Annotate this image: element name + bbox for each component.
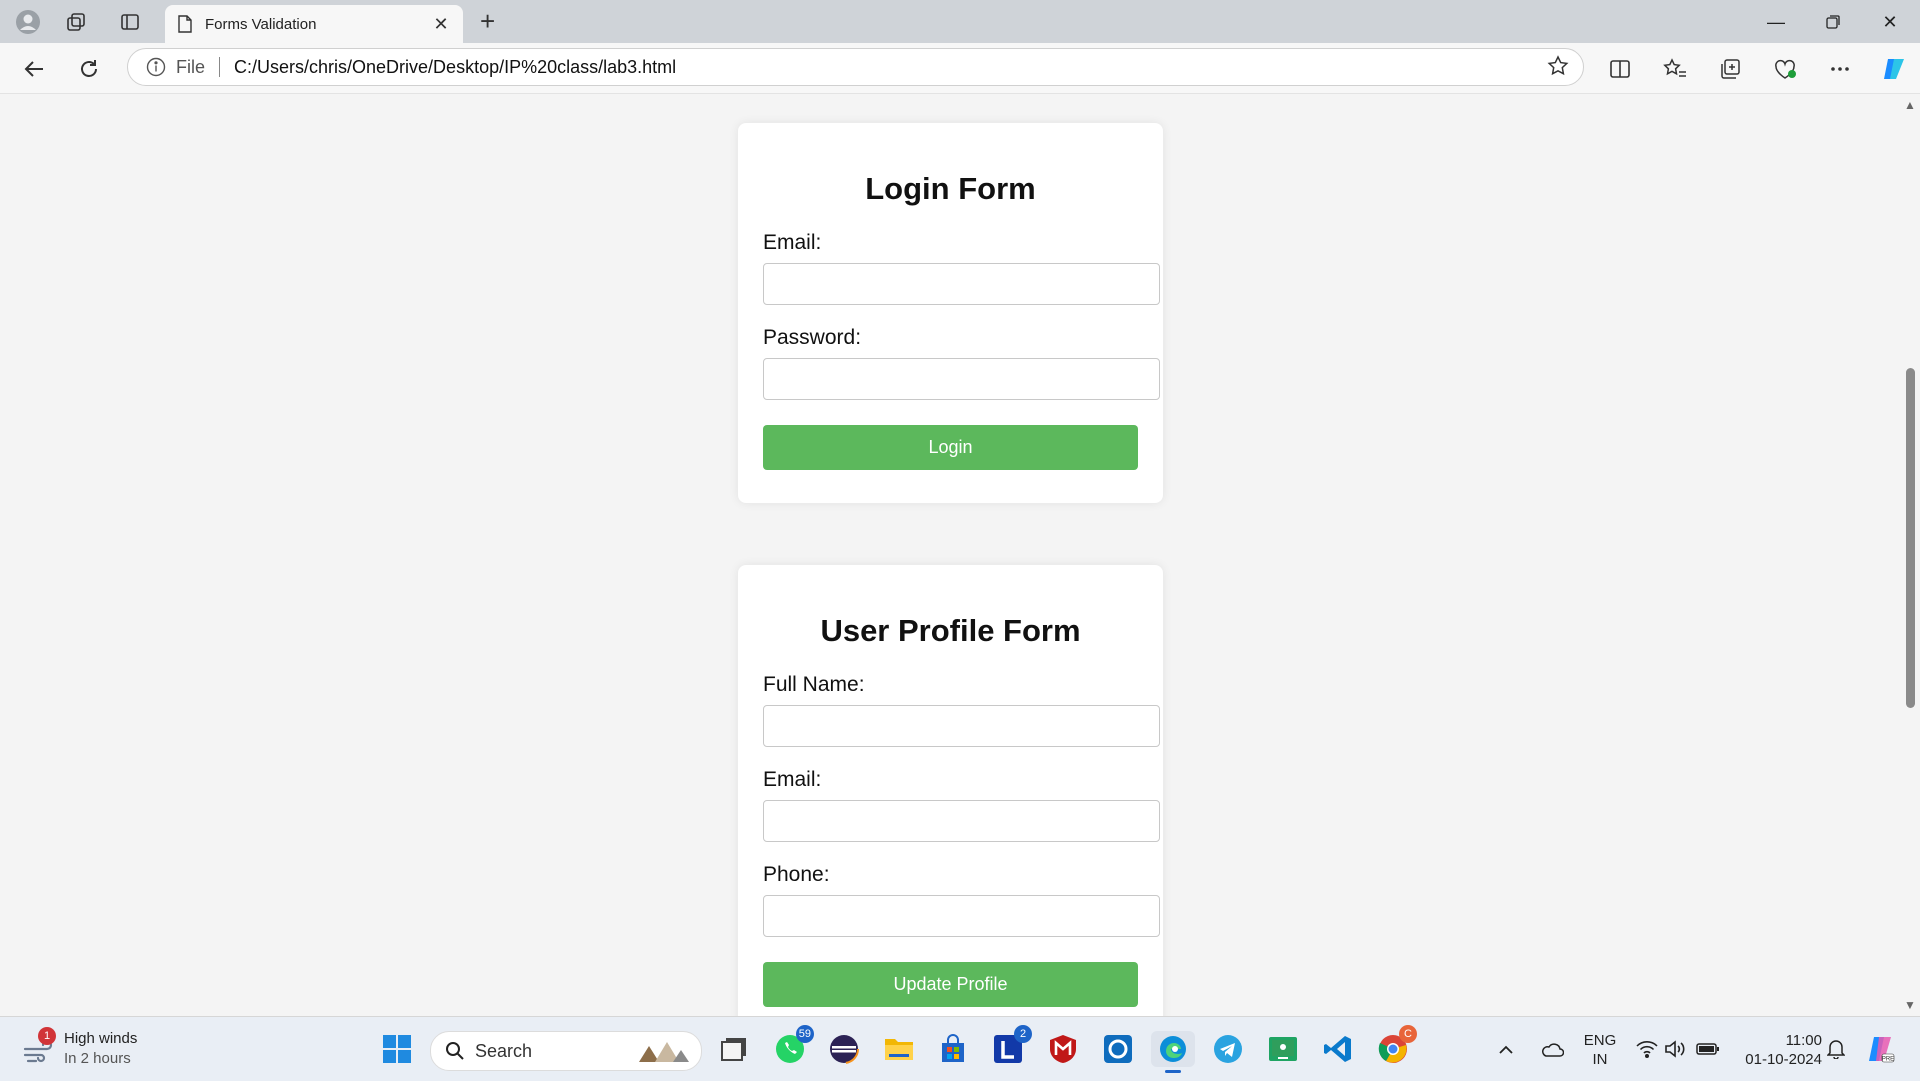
more-options-icon[interactable]	[1824, 53, 1856, 85]
chrome-icon[interactable]: C	[1375, 1025, 1417, 1067]
refresh-icon[interactable]	[73, 53, 105, 85]
scroll-thumb[interactable]	[1906, 368, 1915, 708]
scroll-up-icon[interactable]: ▲	[1904, 98, 1916, 112]
battery-icon[interactable]	[1693, 1031, 1723, 1067]
language-bottom: IN	[1592, 1051, 1608, 1068]
edge-icon[interactable]	[1151, 1031, 1195, 1073]
close-tab-icon[interactable]: ✕	[429, 14, 453, 35]
profile-icon[interactable]	[14, 8, 42, 36]
login-email-input[interactable]	[763, 263, 1160, 305]
l-app-badge: 2	[1014, 1025, 1032, 1043]
tab-strip: Forms Validation ✕ + — ✕	[0, 0, 1920, 43]
taskbar-search[interactable]: Search	[430, 1031, 702, 1071]
search-icon	[445, 1041, 465, 1061]
language-indicator[interactable]: ENG IN	[1582, 1031, 1618, 1069]
new-tab-icon[interactable]: +	[480, 8, 495, 34]
search-label: Search	[475, 1040, 533, 1061]
weather-title[interactable]: High winds	[64, 1030, 137, 1047]
info-icon[interactable]	[146, 57, 166, 77]
search-highlight-icon	[637, 1038, 691, 1069]
login-password-label: Password:	[763, 326, 862, 349]
clock-date: 01-10-2024	[1745, 1051, 1822, 1068]
active-tab[interactable]: Forms Validation ✕	[165, 5, 463, 43]
notifications-icon[interactable]	[1823, 1031, 1849, 1067]
weather-widget-icon[interactable]: 1	[22, 1027, 58, 1067]
whatsapp-badge: 59	[795, 1025, 814, 1043]
edge-active-indicator	[1165, 1070, 1181, 1073]
vertical-scrollbar[interactable]: ▲ ▼	[1900, 94, 1920, 1016]
workspaces-icon[interactable]	[62, 8, 90, 36]
mcafee-icon[interactable]	[1045, 1031, 1081, 1067]
vscode-icon[interactable]	[1320, 1031, 1356, 1067]
language-top: ENG	[1583, 1032, 1617, 1049]
copilot-icon[interactable]	[1878, 53, 1910, 85]
login-form-title: Login Form	[865, 171, 1036, 206]
profile-fullname-label: Full Name:	[763, 673, 865, 696]
svg-text:PRE: PRE	[1882, 1057, 1894, 1063]
cortana-app-icon[interactable]	[1100, 1031, 1136, 1067]
tab-title: Forms Validation	[205, 15, 317, 33]
profile-email-label: Email:	[763, 768, 822, 791]
google-classroom-icon[interactable]	[1265, 1031, 1301, 1067]
split-screen-icon[interactable]	[1604, 53, 1636, 85]
login-password-input[interactable]	[763, 358, 1160, 400]
chrome-profile-badge: C	[1399, 1025, 1417, 1043]
browser-toolbar: File C:/Users/chris/OneDrive/Desktop/IP%…	[0, 43, 1920, 94]
url-text[interactable]: C:/Users/chris/OneDrive/Desktop/IP%20cla…	[234, 57, 676, 78]
login-button[interactable]: Login	[763, 425, 1138, 470]
task-view-icon[interactable]	[716, 1031, 752, 1067]
scroll-down-icon[interactable]: ▼	[1904, 998, 1916, 1012]
collections-icon[interactable]	[1714, 53, 1746, 85]
login-email-label: Email:	[763, 231, 822, 254]
file-label: File	[176, 56, 206, 77]
copilot-taskbar-icon[interactable]: PRE	[1862, 1031, 1898, 1067]
profile-fullname-input[interactable]	[763, 705, 1160, 747]
profile-phone-input[interactable]	[763, 895, 1160, 937]
login-form-card: Login Form Email: Password: Login	[738, 123, 1163, 503]
telegram-icon[interactable]	[1210, 1031, 1246, 1067]
address-bar[interactable]: File C:/Users/chris/OneDrive/Desktop/IP%…	[127, 48, 1584, 86]
close-window-icon[interactable]: ✕	[1870, 8, 1910, 36]
weather-subtitle: In 2 hours	[64, 1050, 131, 1067]
file-explorer-icon[interactable]	[881, 1031, 917, 1067]
wifi-icon[interactable]	[1634, 1031, 1660, 1067]
minimize-icon[interactable]: —	[1756, 8, 1796, 36]
clock-time: 11:00	[1785, 1032, 1822, 1049]
microsoft-store-icon[interactable]	[935, 1031, 971, 1067]
tab-actions-icon[interactable]	[116, 8, 144, 36]
profile-form-title: User Profile Form	[820, 613, 1081, 648]
page-icon	[177, 15, 193, 33]
eclipse-icon[interactable]	[826, 1031, 862, 1067]
profile-email-input[interactable]	[763, 800, 1160, 842]
volume-icon[interactable]	[1662, 1031, 1688, 1067]
onedrive-icon[interactable]	[1537, 1031, 1567, 1067]
profile-form-card: User Profile Form Full Name: Email: Phon…	[738, 565, 1163, 1016]
address-separator	[219, 57, 221, 77]
update-profile-button[interactable]: Update Profile	[763, 962, 1138, 1007]
whatsapp-icon[interactable]: 59	[772, 1025, 814, 1067]
favorite-star-icon[interactable]	[1547, 55, 1569, 82]
restore-icon[interactable]	[1813, 8, 1853, 36]
windows-start-icon[interactable]	[379, 1031, 415, 1067]
browser-essentials-icon[interactable]	[1769, 53, 1801, 85]
clock[interactable]: 11:00 01-10-2024	[1730, 1031, 1830, 1069]
show-hidden-icons-icon[interactable]	[1494, 1031, 1518, 1067]
l-app-icon[interactable]: 2	[990, 1025, 1032, 1067]
weather-badge: 1	[38, 1027, 56, 1045]
favorites-icon[interactable]	[1659, 53, 1691, 85]
back-icon[interactable]	[18, 53, 50, 85]
profile-phone-label: Phone:	[763, 863, 830, 886]
taskbar: 1 High winds In 2 hours Search 59 2 C EN…	[0, 1016, 1920, 1081]
page-viewport: Login Form Email: Password: Login User P…	[0, 94, 1920, 1016]
